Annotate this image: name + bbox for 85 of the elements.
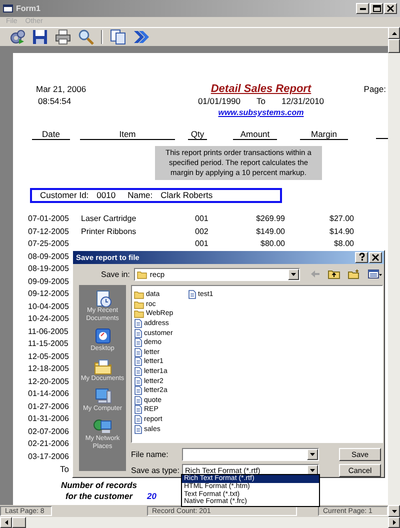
file-name-label: File name: [131,450,170,460]
table-cell-text: 12-05-2005 [28,350,70,362]
scroll-up-button[interactable] [388,27,400,39]
table-cell-text: 02-21-2006 [28,438,70,450]
close-button[interactable] [369,252,382,263]
double-chevron-icon[interactable] [133,29,149,45]
report-date: Mar 21, 2006 [36,83,88,95]
save-icon[interactable] [32,29,48,45]
table-cell-text: 08-19-2005 [28,263,70,275]
records-count: 20 [147,491,156,502]
column-header: Date [32,129,70,140]
search-icon[interactable] [78,29,94,45]
website-link[interactable]: www.subsystems.com [218,107,304,119]
table-cell-text: 03-17-2006 [28,450,70,462]
customer-id: 0010 [96,190,116,201]
name-label: Name: [128,190,153,201]
table-cell-text: 07-25-2005 [28,238,70,250]
table-cell-text: $269.99 [255,213,285,225]
close-button[interactable] [384,3,397,14]
copy-icon[interactable] [110,29,126,45]
network-icon [92,417,112,435]
scroll-right-button[interactable] [388,517,400,528]
table-cell-text: 12-20-2005 [28,376,70,388]
table-cell-text: 02-07-2006 [28,426,70,438]
close-icon [372,254,379,261]
scroll-thumb[interactable] [388,39,400,53]
table-cell-text: $8.00 [332,238,354,250]
window-title: Form1 [16,4,40,14]
table-cell-text: 10-04-2005 [28,300,70,312]
file-icon [188,290,196,300]
table-cell-text: 09-12-2005 [28,288,70,300]
range-label: To [256,95,266,107]
date-from: 01/01/1990 [198,95,240,107]
table-cell-text: Laser Cartridge [81,213,138,225]
table-cell-text: 09-09-2005 [28,276,70,288]
documents-icon [92,357,112,375]
table-cell-text: 001 [195,238,210,250]
table-cell-text: 11-15-2005 [28,338,70,350]
scroll-left-button[interactable] [0,517,12,528]
table-cell-text: 01-27-2006 [28,400,70,412]
table-cell-text: 002 [195,226,210,238]
date-to: 12/31/2010 [281,95,324,107]
help-icon [356,252,366,262]
column-header: Qty [188,129,207,140]
records-label: Number of records for the customer [60,480,138,502]
minimize-icon [360,8,366,10]
column-header: Item [80,129,175,140]
report-time: 08:54:54 [37,95,72,107]
window-icon [3,4,13,13]
table-cell-text: 11-06-2005 [28,326,70,338]
maximize-icon [372,5,380,12]
scroll-down-button[interactable] [388,505,400,517]
table-cell-text: 10-24-2005 [28,313,70,325]
table-cell-text: 12-18-2005 [28,363,70,375]
table-cell-text: $80.00 [260,238,285,250]
maximize-button[interactable] [370,3,383,14]
scroll-thumb[interactable] [12,517,26,528]
printer-icon[interactable] [55,29,71,45]
table-cell-text: $14.90 [328,226,354,238]
table-cell-text: 01-14-2006 [28,388,70,400]
table-cell-text: $149.00 [255,226,285,238]
page-label: Page: [364,83,387,96]
report-title: Detail Sales Report [210,83,312,95]
save-type-label: Save as type: [131,466,180,476]
minimize-button[interactable] [356,3,369,14]
close-icon [387,5,394,12]
new-folder-icon[interactable] [348,269,360,280]
customer-name: Clark Roberts [160,190,213,201]
table-cell-text: 07-01-2005 [28,213,70,225]
table-cell-text: Printer Ribbons [81,226,138,238]
view-menu-icon[interactable] [368,269,382,280]
save-in-label: Save in: [101,270,130,280]
customer-id-label: Customer Id: [40,190,89,201]
folder-up-icon[interactable] [328,269,340,280]
table-cell-text: 001 [195,213,210,225]
folder-icon [136,270,147,279]
computer-icon [92,387,112,405]
file-name-field[interactable] [182,448,319,461]
table-cell-text: 07-12-2005 [28,226,70,238]
column-header: Amount [233,129,277,140]
column-header: Margin [300,129,348,140]
total-label: To [60,463,69,475]
table-cell-text: $27.00 [328,213,354,225]
help-button[interactable] [355,252,368,263]
table-cell-text: 01-31-2006 [28,413,70,425]
